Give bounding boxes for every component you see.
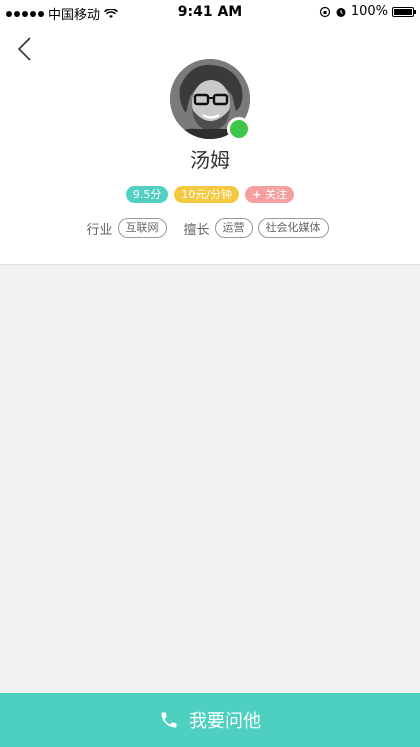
profile-header: 汤姆 9.5分 10元/分钟 + 关注 行业 互联网 擅长 运营 社会化媒体 (0, 24, 420, 265)
industry-label: 行业 (86, 222, 113, 238)
avatar[interactable] (170, 59, 251, 141)
profile-name: 汤姆 (190, 148, 230, 172)
plus-icon: + (252, 188, 266, 201)
phone-icon (161, 712, 177, 728)
follow-label: 关注 (265, 188, 288, 201)
price-badge: 10元/分钟 (174, 186, 240, 203)
battery-label: 100% (350, 4, 388, 19)
ask-him-button[interactable]: 我要问他 (0, 693, 420, 747)
follow-button[interactable]: + 关注 (245, 186, 295, 203)
skills-label: 擅长 (183, 222, 210, 238)
orientation-lock-icon (319, 6, 330, 17)
ask-him-label: 我要问他 (189, 711, 261, 732)
alarm-icon (336, 7, 346, 17)
online-status-indicator (227, 117, 251, 141)
status-bar: 中国移动 9:41 AM 100% (0, 0, 420, 24)
back-button[interactable] (14, 36, 38, 62)
battery-icon (392, 6, 416, 17)
skill-tag: 运营 (214, 218, 253, 238)
back-arrow-icon (17, 37, 31, 61)
rating-badge: 9.5分 (125, 186, 169, 203)
skill-tag: 社会化媒体 (257, 218, 329, 238)
industry-tag: 互联网 (117, 218, 167, 238)
